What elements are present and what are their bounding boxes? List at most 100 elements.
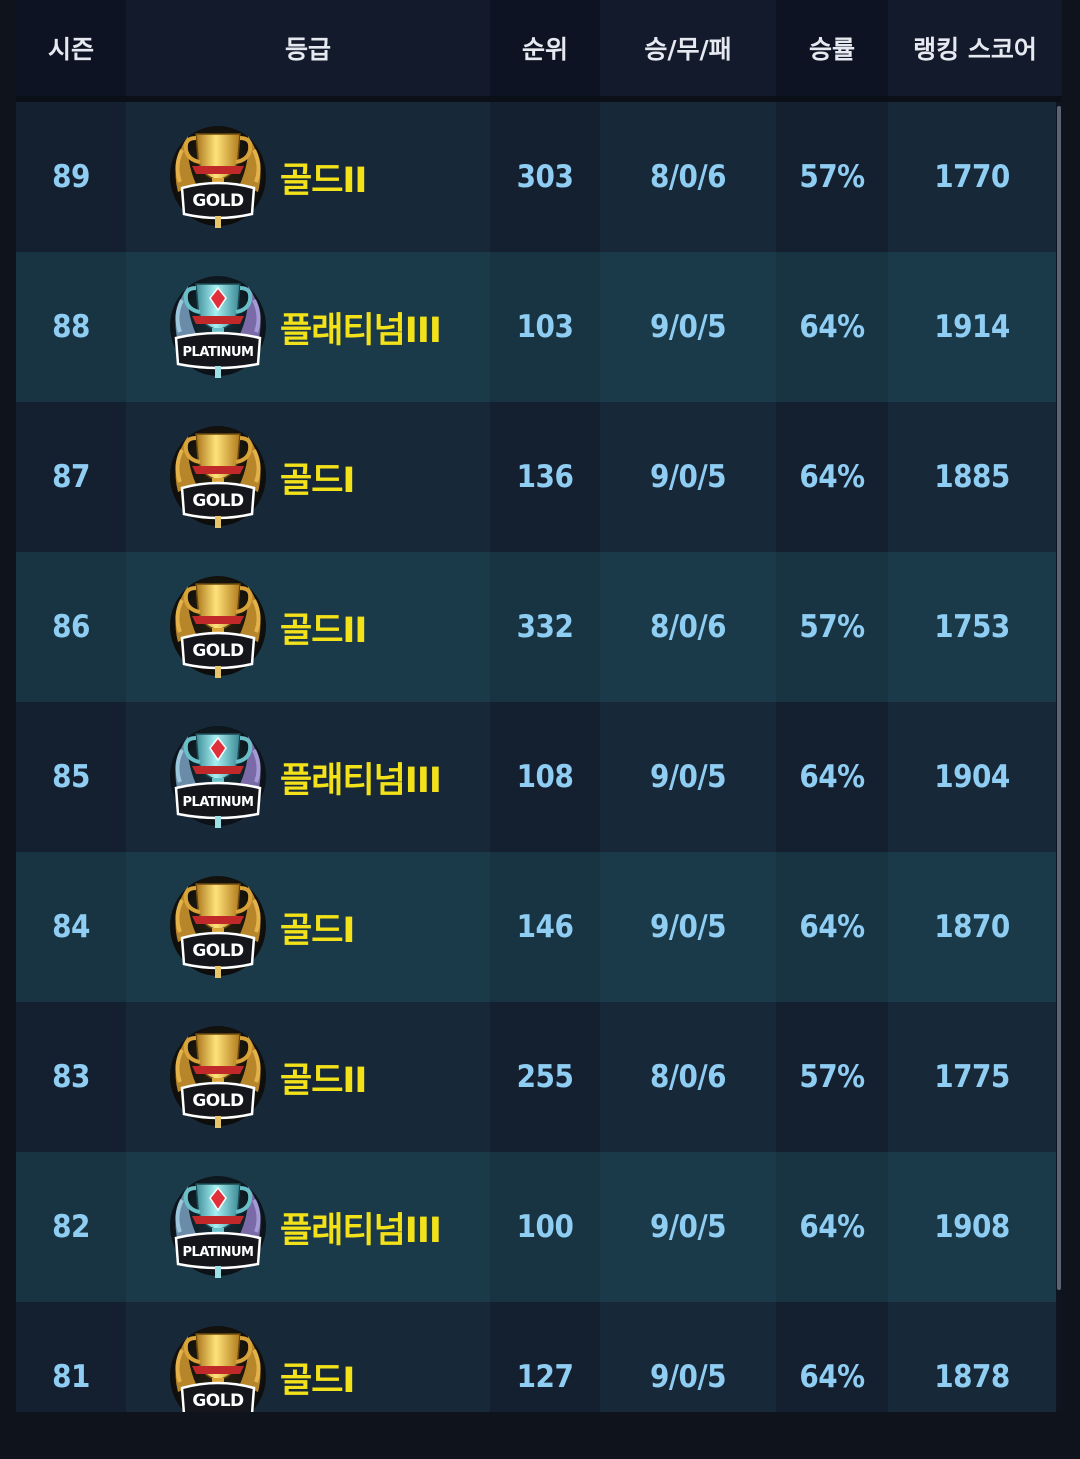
gold-trophy-icon: GOLD <box>170 126 266 228</box>
record-cell: 9/0/5 <box>600 852 776 1002</box>
season-cell: 84 <box>16 852 126 1002</box>
table-row[interactable]: 82 PLATINUM 플래티넘III 100 9/0/5 64% 1908 <box>16 1152 1056 1302</box>
table-row[interactable]: 87 GOLD 골드I 136 9/0/5 64% 1885 <box>16 402 1056 552</box>
rank-cell: 108 <box>490 702 600 852</box>
tier-cell: PLATINUM 플래티넘III <box>126 1152 490 1302</box>
record-cell: 8/0/6 <box>600 552 776 702</box>
ranking-score-cell: 1904 <box>888 702 1056 852</box>
svg-text:GOLD: GOLD <box>192 1091 244 1111</box>
tier-label: 골드II <box>280 1060 367 1101</box>
header-ranking-score: 랭킹 스코어 <box>888 0 1062 96</box>
ranking-score-cell: 1775 <box>888 1002 1056 1152</box>
platinum-trophy-icon: PLATINUM <box>170 726 266 828</box>
win-rate-cell: 64% <box>776 852 888 1002</box>
rank-cell: 332 <box>490 552 600 702</box>
scrollbar[interactable] <box>1056 102 1062 1412</box>
tier-label: 골드I <box>280 910 355 951</box>
header-record: 승/무/패 <box>600 0 776 96</box>
gold-trophy-icon: GOLD <box>170 576 266 678</box>
record-cell: 9/0/5 <box>600 1152 776 1302</box>
table-row[interactable]: 83 GOLD 골드II 255 8/0/6 57% 1775 <box>16 1002 1056 1152</box>
season-history-table: 시즌 등급 순위 승/무/패 승률 랭킹 스코어 89 GOLD 골드II 30… <box>16 0 1062 1412</box>
rank-cell: 103 <box>490 252 600 402</box>
tier-cell: GOLD 골드II <box>126 102 490 252</box>
tier-label: 골드I <box>280 460 355 501</box>
ranking-score-cell: 1870 <box>888 852 1056 1002</box>
table-row[interactable]: 85 PLATINUM 플래티넘III 108 9/0/5 64% 1904 <box>16 702 1056 852</box>
ranking-score-cell: 1885 <box>888 402 1056 552</box>
tier-label: 플래티넘III <box>280 1210 442 1251</box>
platinum-trophy-icon: PLATINUM <box>170 1176 266 1278</box>
tier-cell: GOLD 골드I <box>126 1302 490 1412</box>
tier-label: 플래티넘III <box>280 310 442 351</box>
header-season: 시즌 <box>16 0 126 96</box>
svg-text:GOLD: GOLD <box>192 191 244 211</box>
record-cell: 9/0/5 <box>600 402 776 552</box>
gold-trophy-icon: GOLD <box>170 426 266 528</box>
scrollbar-thumb[interactable] <box>1057 106 1061 1290</box>
svg-text:GOLD: GOLD <box>192 641 244 661</box>
svg-text:GOLD: GOLD <box>192 491 244 511</box>
platinum-trophy-icon: PLATINUM <box>170 276 266 378</box>
gold-trophy-icon: GOLD <box>170 1326 266 1412</box>
season-cell: 82 <box>16 1152 126 1302</box>
header-rank: 순위 <box>490 0 600 96</box>
ranking-score-cell: 1908 <box>888 1152 1056 1302</box>
tier-cell: GOLD 골드II <box>126 1002 490 1152</box>
table-row[interactable]: 89 GOLD 골드II 303 8/0/6 57% 1770 <box>16 102 1056 252</box>
tier-label: 골드II <box>280 160 367 201</box>
header-tier: 등급 <box>126 0 490 96</box>
season-cell: 83 <box>16 1002 126 1152</box>
ranking-score-cell: 1914 <box>888 252 1056 402</box>
win-rate-cell: 57% <box>776 552 888 702</box>
season-cell: 81 <box>16 1302 126 1412</box>
tier-cell: GOLD 골드I <box>126 402 490 552</box>
rank-cell: 127 <box>490 1302 600 1412</box>
svg-text:GOLD: GOLD <box>192 1391 244 1411</box>
header-win-rate: 승률 <box>776 0 888 96</box>
rank-cell: 303 <box>490 102 600 252</box>
win-rate-cell: 57% <box>776 102 888 252</box>
gold-trophy-icon: GOLD <box>170 1026 266 1128</box>
win-rate-cell: 64% <box>776 252 888 402</box>
tier-cell: GOLD 골드I <box>126 852 490 1002</box>
table-row[interactable]: 88 PLATINUM 플래티넘III 103 9/0/5 64% 1914 <box>16 252 1056 402</box>
rank-cell: 255 <box>490 1002 600 1152</box>
record-cell: 9/0/5 <box>600 702 776 852</box>
rank-cell: 136 <box>490 402 600 552</box>
ranking-score-cell: 1753 <box>888 552 1056 702</box>
tier-cell: GOLD 골드II <box>126 552 490 702</box>
season-cell: 88 <box>16 252 126 402</box>
table-body: 89 GOLD 골드II 303 8/0/6 57% 1770 88 PLATI… <box>16 102 1056 1412</box>
record-cell: 9/0/5 <box>600 252 776 402</box>
svg-text:PLATINUM: PLATINUM <box>183 795 254 810</box>
win-rate-cell: 64% <box>776 402 888 552</box>
svg-text:PLATINUM: PLATINUM <box>183 1245 254 1260</box>
ranking-score-cell: 1878 <box>888 1302 1056 1412</box>
tier-cell: PLATINUM 플래티넘III <box>126 702 490 852</box>
win-rate-cell: 57% <box>776 1002 888 1152</box>
table-row[interactable]: 86 GOLD 골드II 332 8/0/6 57% 1753 <box>16 552 1056 702</box>
record-cell: 9/0/5 <box>600 1302 776 1412</box>
win-rate-cell: 64% <box>776 1302 888 1412</box>
tier-cell: PLATINUM 플래티넘III <box>126 252 490 402</box>
record-cell: 8/0/6 <box>600 1002 776 1152</box>
tier-label: 골드II <box>280 610 367 651</box>
ranking-score-cell: 1770 <box>888 102 1056 252</box>
season-cell: 85 <box>16 702 126 852</box>
season-cell: 87 <box>16 402 126 552</box>
rank-cell: 146 <box>490 852 600 1002</box>
table-header: 시즌 등급 순위 승/무/패 승률 랭킹 스코어 <box>16 0 1062 102</box>
rank-cell: 100 <box>490 1152 600 1302</box>
win-rate-cell: 64% <box>776 702 888 852</box>
tier-label: 플래티넘III <box>280 760 442 801</box>
season-cell: 86 <box>16 552 126 702</box>
svg-text:GOLD: GOLD <box>192 941 244 961</box>
gold-trophy-icon: GOLD <box>170 876 266 978</box>
season-cell: 89 <box>16 102 126 252</box>
record-cell: 8/0/6 <box>600 102 776 252</box>
table-row[interactable]: 81 GOLD 골드I 127 9/0/5 64% 1878 <box>16 1302 1056 1412</box>
table-row[interactable]: 84 GOLD 골드I 146 9/0/5 64% 1870 <box>16 852 1056 1002</box>
tier-label: 골드I <box>280 1360 355 1401</box>
win-rate-cell: 64% <box>776 1152 888 1302</box>
